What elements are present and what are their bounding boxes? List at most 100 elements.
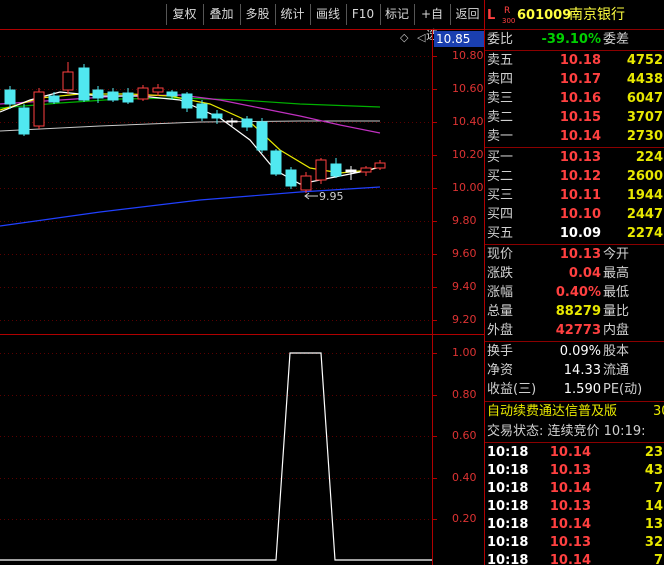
tick-volume: 7	[653, 553, 663, 565]
ask-row: 卖二 10.15 3707	[485, 109, 664, 127]
tick-volume: 32	[644, 535, 663, 550]
stat-label: 总量	[487, 304, 514, 319]
stat2-label2: 流通	[603, 363, 630, 378]
stat-row: 外盘 42773 内盘	[485, 322, 664, 340]
tick-volume: 13	[644, 517, 663, 532]
stock-header: L R 300 601009 南京银行	[485, 4, 664, 28]
candle-body	[270, 150, 282, 175]
bid-price: 10.12	[559, 169, 601, 184]
tick-price: 10.14	[549, 517, 591, 532]
trade-status-row: 交易状态: 连续竞价 10:19:	[485, 423, 664, 441]
weicha-label: 委差	[603, 32, 630, 47]
stat-row: 涨幅 0.40% 最低	[485, 284, 664, 302]
stat-label2: 量比	[603, 304, 630, 319]
stat-row: 现价 10.13 今开	[485, 246, 664, 264]
stat2-label: 换手	[487, 344, 514, 359]
stat-label: 现价	[487, 247, 514, 262]
diamond-icon: ◇	[400, 31, 409, 44]
tick-row: 10:18 10.13 14	[485, 498, 664, 516]
stat-row: 涨跌 0.04 最高	[485, 265, 664, 283]
candle-body	[374, 162, 386, 169]
candle-body	[4, 89, 16, 105]
stat2-row: 收益(三) 1.590 PE(动)	[485, 381, 664, 399]
candle-body	[48, 95, 60, 103]
bid-label: 买三	[487, 188, 514, 203]
candle-body	[62, 71, 74, 91]
candle-body	[285, 169, 297, 187]
stat2-value: 0.09%	[559, 344, 601, 359]
indicator-line	[0, 352, 432, 561]
bid-price: 10.13	[559, 150, 601, 165]
tick-price: 10.14	[549, 553, 591, 565]
price-axis-label: 10.00	[452, 181, 484, 194]
indicator-axis-label: 1.00	[452, 346, 477, 359]
candle-body	[181, 93, 193, 109]
indicator-axis-label: 0.20	[452, 512, 477, 525]
quote-panel: L R 300 601009 南京银行 委比 -39.10% 委差 卖五 10.1…	[485, 0, 664, 565]
candle-body	[107, 91, 119, 101]
tick-price: 10.14	[549, 445, 591, 460]
bid-label: 买一	[487, 150, 514, 165]
stat-label2: 内盘	[603, 323, 630, 338]
bid-volume: 2274	[626, 226, 663, 241]
candle-body	[315, 159, 327, 181]
indicator-axis-label: 0.60	[452, 429, 477, 442]
bid-row: 买五 10.09 2274	[485, 225, 664, 243]
ask-volume: 6047	[626, 91, 663, 106]
tick-row: 10:18 10.14 7	[485, 480, 664, 498]
candle-body	[122, 92, 134, 103]
stat2-value: 1.590	[563, 382, 601, 397]
tick-row: 10:18 10.13 43	[485, 462, 664, 480]
price-axis-label: 9.40	[452, 280, 477, 293]
tick-volume: 14	[644, 499, 663, 514]
bid-label: 买四	[487, 207, 514, 222]
ask-row: 卖四 10.17 4438	[485, 71, 664, 89]
tick-row: 10:18 10.14 23	[485, 444, 664, 462]
candle-body	[92, 89, 104, 99]
tick-price: 10.14	[549, 481, 591, 496]
kline-chart[interactable]: ◇ ◁	[0, 0, 485, 565]
tick-price: 10.13	[549, 463, 591, 478]
stat2-label: 收益(三)	[487, 382, 537, 397]
ask-label: 卖三	[487, 91, 514, 106]
tick-time: 10:18	[487, 517, 529, 532]
banner-row[interactable]: 自动续费通达信普及版 30	[485, 403, 664, 421]
low-price-label: 9.95	[319, 190, 344, 203]
bid-label: 买五	[487, 226, 514, 241]
candle-body	[300, 175, 312, 191]
tick-time: 10:18	[487, 481, 529, 496]
left-arrow-icon: ◁	[417, 31, 426, 44]
stat-value: 10.13	[559, 247, 601, 262]
tick-time: 10:18	[487, 445, 529, 460]
stock-prefix: L	[487, 8, 496, 23]
price-axis-label: 10.60	[452, 82, 484, 95]
ask-price: 10.14	[559, 129, 601, 144]
ask-row: 卖三 10.16 6047	[485, 90, 664, 108]
stat-value: 0.04	[568, 266, 601, 281]
ask-price: 10.17	[559, 72, 601, 87]
tick-row: 10:18 10.13 32	[485, 534, 664, 552]
candle-body	[137, 87, 149, 100]
stat-label: 外盘	[487, 323, 514, 338]
bid-price: 10.10	[559, 207, 601, 222]
banner-text[interactable]: 自动续费通达信普及版	[487, 403, 617, 421]
candle-body	[152, 87, 164, 93]
stock-code: 601009	[517, 8, 572, 23]
tick-price: 10.13	[549, 535, 591, 550]
stat-value: 42773	[555, 323, 601, 338]
bid-volume: 2447	[626, 207, 663, 222]
tick-row: 10:18 10.14 13	[485, 516, 664, 534]
candle-body	[241, 118, 253, 128]
stat-label: 涨幅	[487, 285, 514, 300]
tick-volume: 23	[644, 445, 663, 460]
bid-volume: 224	[635, 150, 663, 165]
candle-body	[226, 120, 238, 123]
candle-body	[360, 167, 372, 173]
candle-body	[345, 169, 357, 173]
ask-label: 卖二	[487, 110, 514, 125]
ask-volume: 2730	[626, 129, 663, 144]
price-axis-label: 10.80	[452, 49, 484, 62]
tick-volume: 7	[653, 481, 663, 496]
ask-price: 10.15	[559, 110, 601, 125]
tick-time: 10:18	[487, 553, 529, 565]
